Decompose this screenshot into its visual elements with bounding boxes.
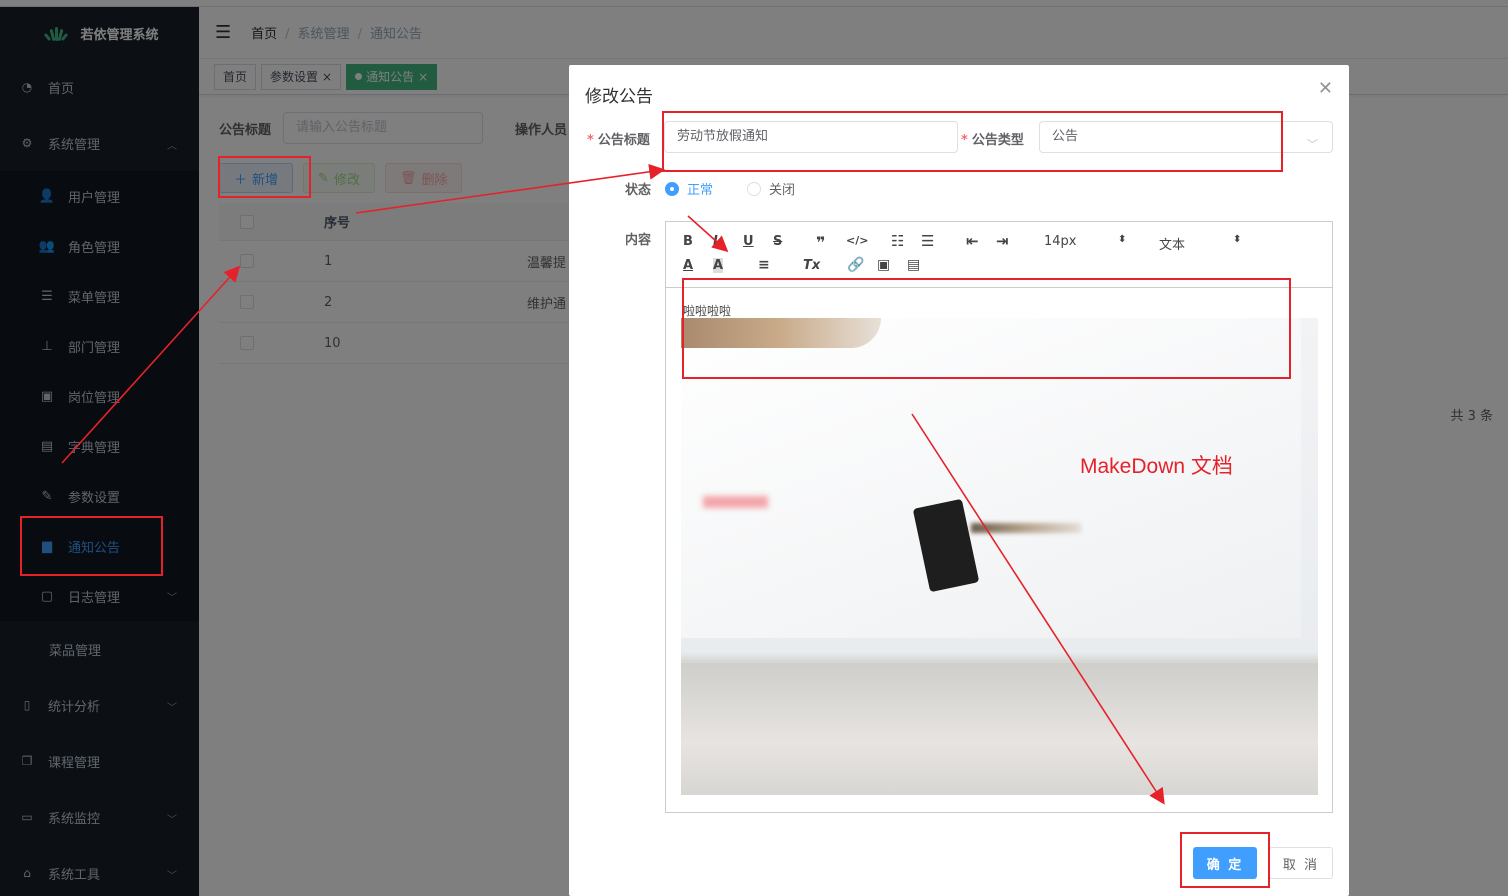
italic-icon[interactable]: I [713,234,718,249]
embedded-photo [681,318,1318,795]
annotation-label: MakeDown 文档 [1080,455,1233,478]
dialog-title: 修改公告 [585,87,653,107]
align-icon[interactable]: ≡ [758,257,770,273]
video-icon[interactable]: ▤ [907,257,920,273]
radio-checked-icon [665,181,679,196]
status-closed-label: 关闭 [769,183,796,198]
status-label: 状态 [625,183,652,198]
ordered-list-icon[interactable]: ☷ [891,232,904,250]
status-closed-radio[interactable]: 关闭 [747,179,795,198]
annotation-box-confirm [1180,832,1270,888]
cancel-button[interactable]: 取 消 [1269,847,1333,879]
font-size-select[interactable]: 14px [1044,234,1077,249]
annotation-box-fields [662,111,1283,172]
strike-icon[interactable]: S [773,234,782,249]
status-normal-label: 正常 [687,183,714,198]
format-arrows-icon: ⬍ [1233,234,1242,245]
photo-blur [703,496,768,508]
photo-wire [971,523,1081,533]
blockquote-icon[interactable]: ❞ [816,233,825,252]
content-label: 内容 [625,233,652,248]
annotation-box-add [218,156,311,198]
image-icon[interactable]: ▣ [877,257,890,273]
clean-format-icon[interactable]: Tx [803,258,820,273]
header-select[interactable]: 文本 [1159,234,1185,253]
underline-icon[interactable]: U [743,234,754,249]
outdent-icon[interactable]: ⇤ [966,232,979,250]
annotation-box-content [682,278,1291,379]
code-block-icon[interactable]: </> [846,234,868,247]
photo-floor [681,663,1318,795]
status-normal-radio[interactable]: 正常 [665,179,713,198]
chevron-down-icon: ﹀ [1307,138,1318,151]
link-icon[interactable]: 🔗 [847,257,864,273]
radio-unchecked-icon [747,181,761,196]
edit-notice-dialog: 修改公告 ✕ * 公告标题 劳动节放假通知 * 公告类型 公告 ﹀ 状态 正常 关闭… [569,65,1349,896]
indent-icon[interactable]: ⇥ [996,232,1009,250]
font-color-icon[interactable]: A [683,258,693,273]
title-field-label: * 公告标题 [587,133,650,148]
background-color-icon[interactable]: A [713,258,724,273]
annotation-box-notice [20,516,163,576]
size-arrows-icon: ⬍ [1118,234,1127,245]
bullet-list-icon[interactable]: ☰ [921,232,934,250]
bold-icon[interactable]: B [683,234,693,249]
close-icon[interactable]: ✕ [1318,78,1333,99]
